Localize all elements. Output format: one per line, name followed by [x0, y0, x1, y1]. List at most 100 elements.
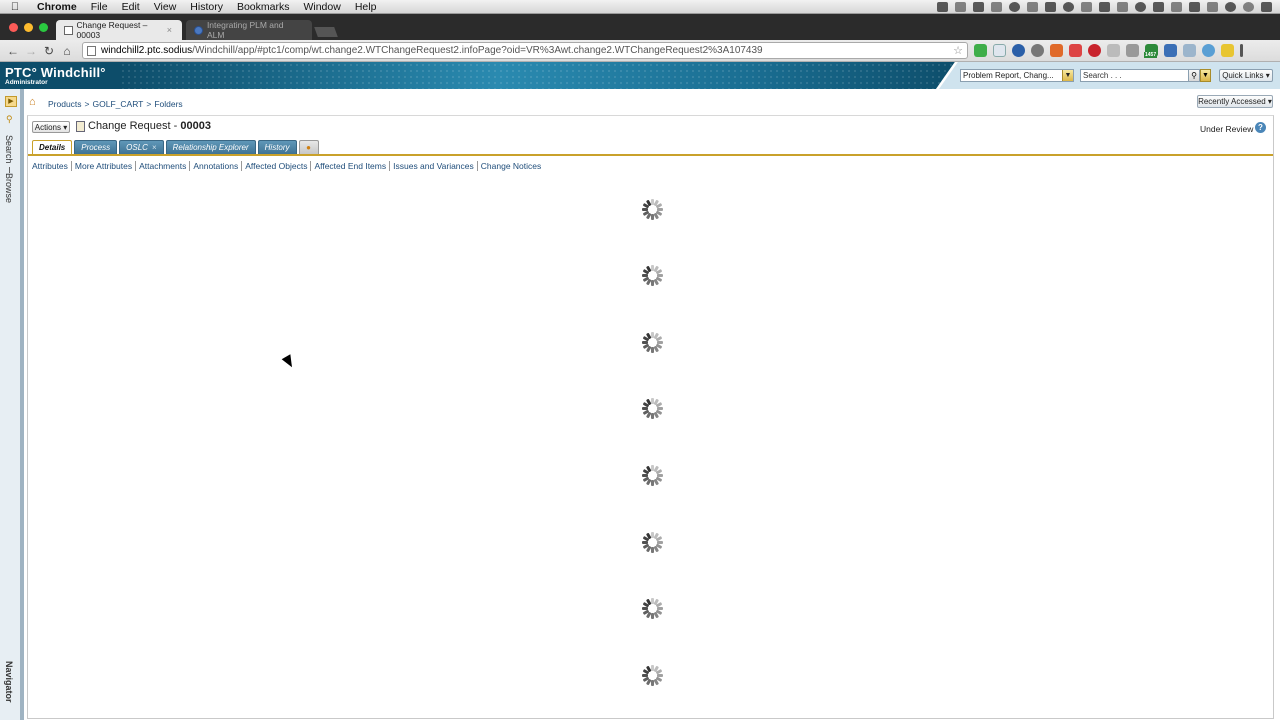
gmail-icon[interactable]	[1069, 44, 1082, 57]
menu-bookmarks[interactable]: Bookmarks	[230, 1, 297, 13]
tray-app-icon[interactable]	[1027, 1, 1038, 12]
pinterest-icon[interactable]	[1088, 44, 1101, 57]
tab-history[interactable]: History	[257, 140, 297, 154]
minimize-window-icon[interactable]	[24, 23, 33, 32]
tray-app-icon[interactable]	[1045, 1, 1056, 12]
navigator-browse-tab[interactable]: Browse	[4, 173, 14, 203]
forward-arrow-icon[interactable]: →	[22, 44, 40, 58]
extension-icon[interactable]	[1221, 44, 1234, 57]
extension-icon[interactable]	[1107, 44, 1120, 57]
chrome-menu-icon[interactable]	[1240, 44, 1243, 57]
windchill-logo[interactable]: PTC° Windchill° Administrator	[5, 65, 106, 86]
maximize-window-icon[interactable]	[39, 23, 48, 32]
browser-tab-strip: Change Request – 00003 × Integrating PLM…	[0, 14, 1280, 40]
search-icon[interactable]: ⚲	[6, 114, 13, 125]
chevron-down-icon[interactable]: ▼	[1062, 70, 1073, 81]
search-input[interactable]: Search . . .	[1080, 69, 1190, 82]
tab-oslc[interactable]: OSLC ×	[119, 140, 164, 154]
new-tab-button[interactable]	[314, 27, 338, 37]
breadcrumb-golf-cart[interactable]: GOLF_CART	[93, 99, 144, 109]
quick-links-button[interactable]: Quick Links ▾	[1219, 69, 1273, 82]
extension-icon[interactable]	[1126, 44, 1139, 57]
tab-close-icon[interactable]: ×	[152, 143, 157, 152]
subnav-annotations[interactable]: Annotations	[190, 161, 243, 171]
mac-menu-bar:  Chrome File Edit View History Bookmark…	[0, 0, 1280, 14]
spinner-tick	[651, 547, 654, 553]
back-arrow-icon[interactable]: ←	[4, 44, 22, 58]
help-icon[interactable]: ?	[1255, 122, 1266, 133]
search-type-select[interactable]: Problem Report, Chang... ▼	[960, 69, 1074, 82]
tab-process[interactable]: Process	[74, 140, 118, 154]
subnav-attributes[interactable]: Attributes	[32, 161, 72, 171]
tray-app-icon[interactable]	[1063, 1, 1074, 12]
menu-history[interactable]: History	[183, 1, 230, 13]
volume-icon[interactable]	[1189, 1, 1200, 12]
wifi-icon[interactable]	[1171, 1, 1182, 12]
menu-file[interactable]: File	[84, 1, 115, 13]
menu-help[interactable]: Help	[348, 1, 384, 13]
navigator-search-tab[interactable]: Search	[4, 135, 14, 164]
spinner-tick	[651, 680, 654, 686]
home-icon[interactable]: ⌂	[29, 96, 36, 108]
close-window-icon[interactable]	[9, 23, 18, 32]
home-icon[interactable]: ⌂	[58, 44, 76, 58]
extension-icon[interactable]	[1164, 44, 1177, 57]
browser-tab-title: Integrating PLM and ALM	[206, 20, 284, 40]
breadcrumb-folders[interactable]: Folders	[154, 99, 182, 109]
bluetooth-icon[interactable]	[1153, 1, 1164, 12]
extension-icon[interactable]	[1202, 44, 1215, 57]
tab-relationship-explorer[interactable]: Relationship Explorer	[165, 140, 256, 154]
tray-app-icon[interactable]	[991, 1, 1002, 12]
tray-app-icon[interactable]	[1009, 1, 1020, 12]
reload-icon[interactable]: ↻	[40, 44, 58, 58]
spinner-tick	[651, 214, 654, 220]
navigator-label[interactable]: Navigator	[4, 661, 14, 703]
add-tab-icon[interactable]: ●	[298, 140, 319, 154]
search-options-chevron-icon[interactable]: ▼	[1200, 69, 1211, 82]
extension-icon[interactable]	[1050, 44, 1063, 57]
address-bar[interactable]: windchill2.ptc.sodius /Windchill/app/#pt…	[82, 42, 968, 59]
user-role: Administrator	[5, 79, 48, 86]
menu-edit[interactable]: Edit	[115, 1, 147, 13]
breadcrumb-products[interactable]: Products	[48, 99, 82, 109]
subnav-affected-end-items[interactable]: Affected End Items	[311, 161, 391, 171]
menu-view[interactable]: View	[147, 1, 184, 13]
recently-accessed-button[interactable]: Recently Accessed ▾	[1197, 95, 1273, 108]
expand-navigator-icon[interactable]: ▶	[5, 96, 17, 107]
subnav-change-notices[interactable]: Change Notices	[478, 161, 544, 171]
status-label: Under Review	[1200, 124, 1254, 134]
extension-icon[interactable]	[993, 44, 1006, 57]
subnav-affected-objects[interactable]: Affected Objects	[242, 161, 312, 171]
notifications-icon[interactable]	[1261, 1, 1272, 12]
extension-icon[interactable]	[974, 44, 987, 57]
tray-app-icon[interactable]	[973, 1, 984, 12]
tray-app-icon[interactable]	[955, 1, 966, 12]
extension-icon[interactable]	[1012, 44, 1025, 57]
tray-app-icon[interactable]	[1117, 1, 1128, 12]
tray-app-icon[interactable]	[937, 1, 948, 12]
badge-extension-icon[interactable]: 1457	[1144, 44, 1158, 58]
subnav-issues-and-variances[interactable]: Issues and Variances	[390, 161, 478, 171]
spinner-tick	[651, 280, 654, 286]
bookmark-star-icon[interactable]: ☆	[953, 44, 967, 57]
extension-icon[interactable]	[1031, 44, 1044, 57]
menu-window[interactable]: Window	[296, 1, 347, 13]
actions-button[interactable]: Actions ▾	[32, 121, 70, 133]
search-icon[interactable]: ⚲	[1188, 69, 1200, 82]
battery-icon[interactable]	[1207, 1, 1218, 12]
spotlight-icon[interactable]	[1243, 1, 1254, 12]
tray-app-icon[interactable]	[1099, 1, 1110, 12]
subnav-attachments[interactable]: Attachments	[136, 161, 191, 171]
clock-icon[interactable]	[1225, 1, 1236, 12]
browser-tab-active[interactable]: Change Request – 00003 ×	[56, 20, 182, 40]
time-machine-icon[interactable]	[1135, 1, 1146, 12]
browser-tab-inactive[interactable]: Integrating PLM and ALM	[186, 20, 312, 40]
tab-details[interactable]: Details	[32, 140, 73, 155]
tray-app-icon[interactable]	[1081, 1, 1092, 12]
menu-chrome[interactable]: Chrome	[30, 1, 84, 13]
subnav-more-attributes[interactable]: More Attributes	[72, 161, 137, 171]
apple-icon[interactable]: 	[0, 1, 30, 13]
extension-icon[interactable]	[1183, 44, 1196, 57]
spinner-tick	[651, 413, 654, 419]
tab-close-icon[interactable]: ×	[167, 25, 172, 35]
